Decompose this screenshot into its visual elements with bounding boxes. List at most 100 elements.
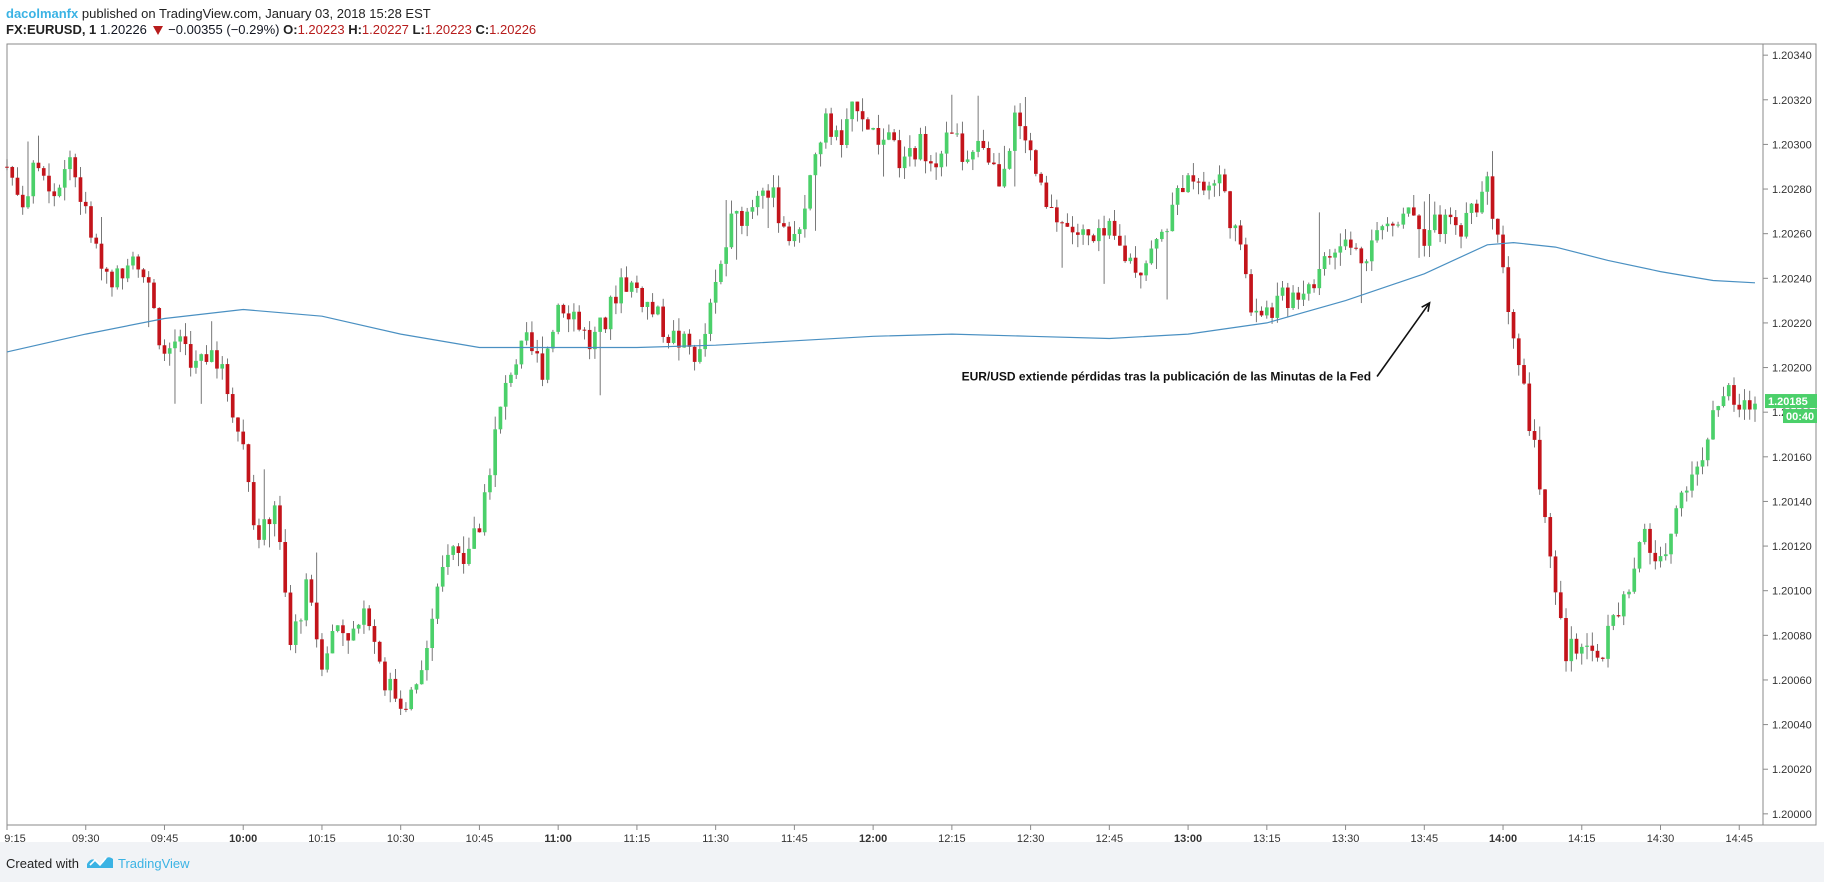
candle-down [1243,244,1248,275]
candle-down [839,130,844,146]
candle-up [1432,214,1437,231]
candle-up [850,101,854,120]
candle-up [167,348,172,354]
y-tick-label: 1.20220 [1772,318,1812,330]
candle-down [36,162,41,169]
candle-down [146,277,151,283]
candle-up [26,196,30,208]
candle-down [1653,552,1658,562]
candle-up [299,620,303,622]
candle-up [62,169,67,188]
candle-up [125,265,130,279]
candle-down [1574,638,1579,654]
candle-down [923,133,928,162]
candle-down [1732,385,1736,405]
x-tick-label: 11:00 [544,833,572,842]
candle-up [698,349,702,362]
candle-up [908,148,912,157]
candle-down [1453,217,1458,226]
candle-up [435,586,440,619]
candle-down [1737,404,1742,410]
candle-down [110,271,114,288]
candle-down [666,336,671,343]
candle-up [671,330,676,343]
y-tick-label: 1.20060 [1772,675,1812,687]
candle-down [1044,182,1049,207]
candle-down [346,633,351,641]
candle-up [803,208,807,230]
candle-up [871,127,875,130]
candle-up [1107,220,1112,236]
candle-up [887,132,891,140]
candle-down [152,282,156,309]
candle-up [551,331,555,349]
tradingview-brand-link[interactable]: TradingView [118,856,190,871]
candle-down [561,304,566,314]
x-tick-label: 14:45 [1725,833,1753,842]
candle-up [419,670,424,685]
candle-up [545,348,550,380]
candle-up [1716,406,1721,411]
candle-up [472,528,477,549]
candle-down [1023,126,1028,141]
candle-down [1180,188,1185,193]
candle-down [383,661,387,691]
y-tick-label: 1.20140 [1772,496,1812,508]
candle-up [1396,224,1400,226]
candle-down [10,166,15,178]
candle-up [1013,112,1017,151]
y-tick-label: 1.20080 [1772,630,1812,642]
candle-down [992,162,996,165]
candle-up [1469,203,1474,213]
candle-down [341,625,345,634]
price-axis[interactable] [1762,43,1817,826]
candle-up [293,621,298,645]
candle-up [1695,466,1700,475]
candle-down [981,140,986,148]
candle-down [278,505,282,543]
candle-down [1196,181,1201,183]
candle-up [1291,292,1295,308]
candle-down [309,579,314,603]
candle-up [115,268,120,288]
annotation-text[interactable]: EUR/USD extiende pérdidas tras la public… [962,369,1371,383]
y-tick-label: 1.20160 [1772,452,1812,464]
candle-up [556,304,561,332]
candle-down [1091,235,1096,242]
candle-up [1674,508,1679,534]
candle-down [587,329,592,350]
price-chart[interactable]: 1.20000 1.20020 1.20040 1.20060 1.20080 1.201… [0,0,1824,842]
candle-up [593,331,597,350]
candle-down [1238,225,1243,245]
x-tick-label: 11:30 [702,833,729,842]
tradingview-logo-icon[interactable] [86,854,114,870]
candle-up [1280,287,1285,296]
candle-down [83,201,88,207]
candle-up [1144,263,1148,276]
candle-up [1207,185,1211,191]
candle-up [1380,226,1385,231]
candle-down [1747,400,1752,410]
candle-down [1537,439,1542,490]
candle-up [1369,240,1374,262]
candle-down [566,313,571,320]
candle-down [614,296,618,304]
candle-down [1296,292,1301,300]
candle-down [540,353,545,380]
candle-up [818,142,823,155]
y-tick-label: 1.20100 [1772,586,1812,598]
candle-up [1002,168,1007,187]
candle-up [1317,269,1322,289]
candle-up [1165,231,1169,233]
candle-up [1663,554,1668,557]
x-tick-label: 13:00 [1174,833,1202,842]
candle-up [572,311,576,320]
candle-down [776,187,781,224]
candle-down [876,127,881,145]
candle-up [1726,385,1731,397]
candle-down [52,191,57,197]
candle-down [934,163,938,168]
candle-down [1390,223,1395,226]
candle-up [902,156,907,169]
candle-up [467,548,471,564]
